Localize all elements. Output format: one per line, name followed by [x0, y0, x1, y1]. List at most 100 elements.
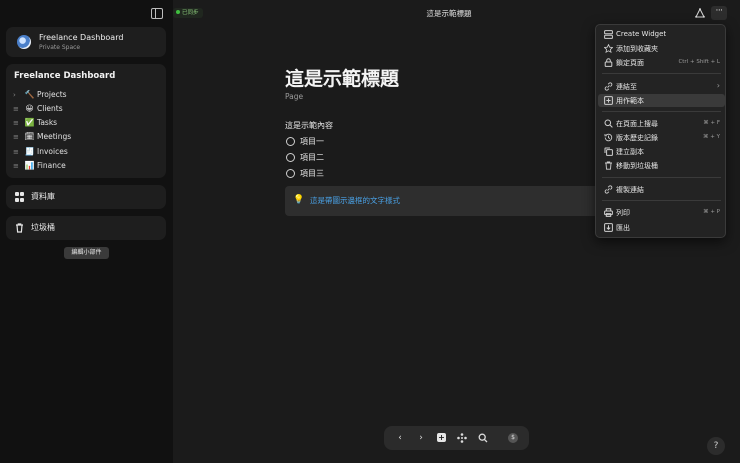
shortcut-hint: ⌘ + F — [703, 120, 720, 126]
widget-icon — [604, 30, 613, 39]
todo-label: 項目二 — [300, 153, 324, 162]
sync-status-badge: 已同步 — [173, 8, 203, 18]
sparkle-icon[interactable] — [456, 432, 468, 444]
todo-checkbox[interactable] — [286, 169, 295, 178]
sidebar-item-tasks[interactable]: ≡ ✅ Tasks — [13, 117, 163, 129]
lightbulb-icon[interactable]: 💡 — [293, 194, 304, 206]
menu-item-label: 複製連結 — [616, 186, 644, 194]
export-icon — [604, 223, 613, 232]
help-button[interactable]: ? — [707, 437, 725, 455]
shortcut-hint: ⌘ + Y — [703, 134, 720, 140]
menu-item-label: 版本歷史記錄 — [616, 134, 658, 142]
trash-icon — [605, 161, 612, 170]
callout-text: 這是帶圖示邊框的文字樣式 — [310, 196, 400, 205]
chevron-right-icon[interactable]: › — [13, 91, 21, 99]
sidebar-item-clients[interactable]: ≡ 😀 Clients — [13, 103, 163, 115]
bottom-toolbar: ‹ › + $ — [384, 426, 529, 450]
shortcut-hint: ⌘ + P — [703, 209, 720, 215]
menu-divider — [602, 111, 721, 112]
chevron-right-icon: › — [716, 81, 720, 90]
page-paragraph[interactable]: 這是示範內容 — [285, 120, 333, 131]
list-icon: ≡ — [13, 162, 19, 170]
copy-icon — [604, 147, 613, 156]
back-button[interactable]: ‹ — [394, 432, 406, 444]
sidebar-item-label: Projects — [37, 90, 67, 99]
menu-item-version-history[interactable]: 版本歷史記錄 ⌘ + Y — [598, 131, 725, 144]
tree-title[interactable]: Freelance Dashboard — [14, 71, 115, 81]
menu-item-find-in-page[interactable]: 在頁面上搜尋 ⌘ + F — [598, 117, 725, 130]
copy-link-icon — [604, 185, 613, 194]
lock-icon — [604, 58, 613, 67]
todo-checkbox[interactable] — [286, 153, 295, 162]
hammer-icon: 🔨 — [24, 90, 35, 99]
callout-block[interactable]: 💡 這是帶圖示邊框的文字樣式 — [285, 186, 605, 216]
page-tree: Freelance Dashboard › 🔨 Projects ≡ 😀 Cli… — [6, 64, 166, 178]
list-icon: ≡ — [13, 148, 19, 156]
sidebar-item-label: Meetings — [37, 132, 72, 141]
sidebar: Freelance Dashboard Private Space Freela… — [0, 0, 173, 463]
trash-icon — [15, 223, 24, 233]
menu-item-add-favorite[interactable]: 添加到收藏夾 — [598, 42, 725, 55]
menu-item-link-to[interactable]: 連結至 › — [598, 80, 725, 93]
space-avatar — [17, 35, 31, 49]
menu-item-use-as-template[interactable]: 用作範本 — [598, 94, 725, 107]
todo-label: 項目一 — [300, 137, 324, 146]
more-options-button[interactable]: ··· — [711, 6, 727, 20]
menu-divider — [602, 73, 721, 74]
search-icon — [604, 119, 613, 128]
list-icon: ≡ — [13, 119, 19, 127]
template-icon — [604, 96, 613, 105]
shortcut-hint: Ctrl + Shift + L — [678, 59, 720, 65]
page-title[interactable]: 這是示範標題 — [285, 64, 399, 91]
header-page-title: 這是示範標題 — [426, 9, 472, 18]
page-options-menu: Create Widget 添加到收藏夾 鎖定頁面 Ctrl + Shift +… — [595, 24, 726, 238]
menu-item-label: 列印 — [616, 209, 630, 217]
list-icon: ≡ — [13, 105, 19, 113]
forward-button[interactable]: › — [415, 432, 427, 444]
sidebar-toggle-icon[interactable] — [151, 8, 163, 19]
menu-item-label: 匯出 — [616, 224, 630, 232]
menu-item-duplicate[interactable]: 建立副本 — [598, 145, 725, 158]
sidebar-item-meetings[interactable]: ≡ 🗓 Meetings — [13, 131, 163, 143]
add-page-button[interactable]: + — [437, 433, 446, 442]
menu-item-lock-page[interactable]: 鎖定頁面 Ctrl + Shift + L — [598, 56, 725, 69]
database-label: 資料庫 — [31, 192, 55, 201]
menu-item-create-widget[interactable]: Create Widget — [598, 28, 725, 41]
todo-checkbox[interactable] — [286, 137, 295, 146]
smiley-icon: 😀 — [25, 104, 34, 113]
menu-item-export[interactable]: 匯出 — [598, 221, 725, 234]
bar-chart-icon: 📊 — [24, 161, 35, 170]
check-icon: ✅ — [24, 118, 35, 127]
triangle-share-icon[interactable] — [695, 8, 705, 18]
sidebar-item-label: Finance — [37, 161, 66, 170]
sidebar-item-projects[interactable]: › 🔨 Projects — [13, 89, 163, 101]
print-icon — [604, 208, 613, 217]
sync-status-text: 已同步 — [182, 10, 199, 16]
sidebar-item-label: Invoices — [37, 147, 68, 156]
sidebar-item-label: Clients — [37, 104, 63, 113]
menu-item-label: 鎖定頁面 — [616, 59, 644, 67]
space-name: Freelance Dashboard — [39, 33, 124, 42]
menu-item-copy-link[interactable]: 複製連結 — [598, 183, 725, 196]
dollar-icon[interactable]: $ — [508, 433, 518, 443]
search-icon[interactable] — [477, 432, 489, 444]
menu-divider — [602, 177, 721, 178]
sidebar-item-finance[interactable]: ≡ 📊 Finance — [13, 160, 163, 172]
menu-item-print[interactable]: 列印 ⌘ + P — [598, 206, 725, 219]
history-icon — [604, 133, 613, 142]
sidebar-item-invoices[interactable]: ≡ 🧾 Invoices — [13, 146, 163, 158]
database-button[interactable]: 資料庫 — [6, 185, 166, 209]
trash-button[interactable]: 垃圾桶 — [6, 216, 166, 240]
menu-item-label: Create Widget — [616, 30, 667, 38]
space-switcher[interactable]: Freelance Dashboard Private Space — [6, 27, 166, 57]
menu-item-label: 建立副本 — [616, 148, 644, 156]
menu-item-label: 在頁面上搜尋 — [616, 120, 658, 128]
sidebar-item-label: Tasks — [37, 118, 58, 127]
star-icon — [604, 44, 613, 53]
menu-item-move-to-trash[interactable]: 移動到垃圾桶 — [598, 159, 725, 172]
database-icon — [15, 192, 24, 202]
edit-widget-tooltip: 編輯小部件 — [64, 247, 109, 259]
menu-item-label: 連結至 — [616, 83, 637, 91]
calendar-icon: 🗓 — [24, 132, 35, 141]
status-dot-icon — [176, 10, 180, 14]
